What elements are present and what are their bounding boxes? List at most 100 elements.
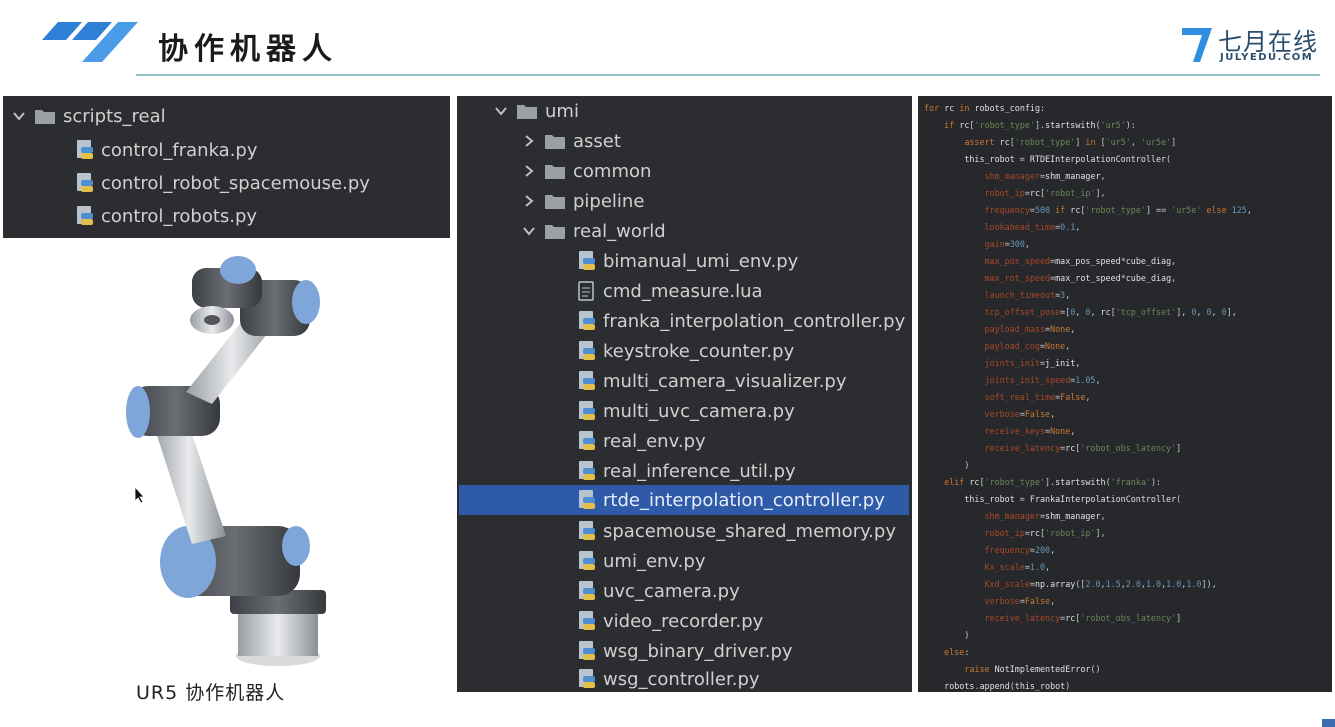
python-file-icon [579,490,595,509]
folder-label: common [573,160,652,182]
folder-umi[interactable]: umi [493,96,579,126]
file-label: multi_uvc_camera.py [603,400,795,422]
folder-common[interactable]: common [521,156,651,186]
code-line: else: [944,647,970,657]
file-label: real_env.py [603,430,706,452]
file-item[interactable]: video_recorder.py [577,606,763,636]
code-line: robots.append(this_robot) [944,681,1071,691]
python-file-icon [579,669,595,688]
code-line: shm_manager=shm_manager, [984,171,1106,181]
file-label: keystroke_counter.py [603,340,795,362]
chevron-right-icon [525,195,534,207]
code-block: for rc in robots_config: if rc['robot_ty… [924,100,1328,695]
code-line: receive_latency=rc['robot_obs_latency'] [984,443,1182,453]
file-label: wsg_controller.py [603,668,760,690]
folder-icon [545,165,565,179]
file-item[interactable]: uvc_camera.py [577,576,740,606]
file-label: control_robot_spacemouse.py [101,172,370,194]
file-item[interactable]: cmd_measure.lua [577,276,763,306]
file-item[interactable]: wsg_controller.py [577,664,760,694]
code-line: ) [924,460,970,470]
file-label: cmd_measure.lua [603,280,763,302]
file-label: control_franka.py [101,139,258,161]
python-file-icon [579,461,595,480]
file-item[interactable]: franka_interpolation_controller.py [577,306,905,336]
folder-label: scripts_real [63,105,166,127]
file-item[interactable]: spacemouse_shared_memory.py [577,516,896,546]
file-label: control_robots.py [101,205,258,227]
code-line: robot_ip=rc['robot_ip'], [984,528,1106,538]
folder-label: asset [573,130,621,152]
code-line: Kxd_scale=np.array([2.0,1.5,2.0,1.0,1.0,… [984,579,1217,589]
file-item[interactable]: real_inference_util.py [577,456,796,486]
umi-tree-panel: umi asset common pipeline real_world bim… [457,96,912,692]
page-title: 协作机器人 [158,32,338,67]
code-line: if rc['robot_type'].startswith('ur5'): [944,120,1136,130]
code-line: shm_manager=shm_manager, [984,511,1106,521]
folder-icon [545,135,565,149]
code-line: elif rc['robot_type'].startswith('franka… [944,477,1162,487]
folder-real-world[interactable]: real_world [521,216,666,246]
code-line: frequency=500 if rc['robot_type'] == 'ur… [984,205,1252,215]
code-line: ) [924,630,970,640]
python-file-icon [579,311,595,330]
file-item[interactable]: multi_uvc_camera.py [577,396,795,426]
folder-icon [545,195,565,209]
chevron-down-icon [523,227,535,236]
file-item-selected[interactable]: rtde_interpolation_controller.py [459,485,909,515]
code-line: Kx_scale=1.0, [984,562,1051,572]
chevron-down-icon [13,112,25,121]
slide-logo-icon [42,22,138,62]
header-divider [136,74,1320,76]
file-label: multi_camera_visualizer.py [603,370,847,392]
brand-url: JULYEDU.COM [1220,52,1314,63]
code-line: for rc in robots_config: [924,103,1046,113]
folder-pipeline[interactable]: pipeline [521,186,644,216]
text-file-icon [578,281,594,301]
code-line: this_robot = RTDEInterpolationController… [964,154,1172,164]
file-label: spacemouse_shared_memory.py [603,520,896,542]
file-item[interactable]: control_franka.py [75,135,258,165]
folder-label: pipeline [573,190,645,212]
file-item[interactable]: keystroke_counter.py [577,336,794,366]
code-line: soft_real_time=False, [984,392,1091,402]
file-label: bimanual_umi_env.py [603,250,799,272]
python-file-icon [579,251,595,270]
brand-seven-icon [1182,28,1212,62]
python-file-icon [77,140,93,159]
python-file-icon [579,371,595,390]
file-label: umi_env.py [603,550,706,572]
folder-asset[interactable]: asset [521,126,621,156]
code-line: launch_timeout=3, [984,290,1071,300]
file-item[interactable]: bimanual_umi_env.py [577,246,798,276]
file-item[interactable]: wsg_binary_driver.py [577,636,793,666]
file-item[interactable]: control_robot_spacemouse.py [75,168,370,198]
file-label: franka_interpolation_controller.py [603,310,906,332]
python-file-icon [579,641,595,660]
code-editor-panel[interactable]: for rc in robots_config: if rc['robot_ty… [918,96,1332,692]
folder-scripts-real[interactable]: scripts_real [11,101,166,131]
file-item[interactable]: control_robots.py [75,201,257,231]
file-label: rtde_interpolation_controller.py [603,489,885,511]
corner-marker [1322,719,1335,727]
python-file-icon [579,401,595,420]
python-file-icon [579,581,595,600]
folder-icon [35,110,55,124]
file-label: real_inference_util.py [603,460,796,482]
code-line: receive_keys=None, [984,426,1076,436]
mouse-cursor-icon [134,486,145,504]
python-file-icon [77,173,93,192]
python-file-icon [579,431,595,450]
file-item[interactable]: real_env.py [577,426,706,456]
folder-label: real_world [573,220,666,242]
code-line: this_robot = FrankaInterpolationControll… [964,494,1182,504]
code-line: frequency=200, [984,545,1056,555]
code-line: assert rc['robot_type'] in ['ur5', 'ur5e… [964,137,1177,147]
file-item[interactable]: multi_camera_visualizer.py [577,366,847,396]
chevron-right-icon [525,165,534,177]
file-item[interactable]: umi_env.py [577,546,705,576]
brand-logo: 七月在线 JULYEDU.COM [1180,22,1320,72]
code-line: gain=300, [984,239,1030,249]
robot-caption: UR5 协作机器人 [136,682,286,704]
python-file-icon [579,611,595,630]
